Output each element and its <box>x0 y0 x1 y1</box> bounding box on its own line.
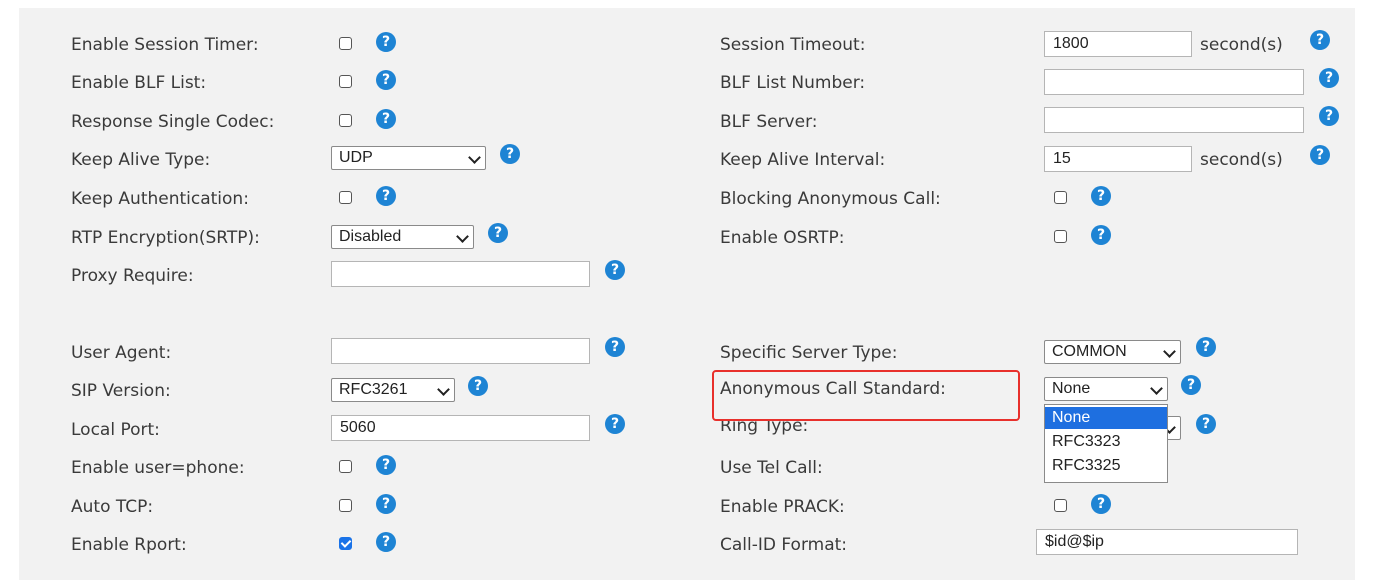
blf-list-number-label: BLF List Number: <box>720 73 866 93</box>
help-icon[interactable]: ? <box>1319 68 1339 88</box>
keep-authentication-checkbox[interactable] <box>339 191 352 204</box>
blocking-anonymous-call-label: Blocking Anonymous Call: <box>720 189 941 209</box>
help-icon[interactable]: ? <box>500 144 520 164</box>
sip-version-label: SIP Version: <box>71 381 171 401</box>
chevron-down-icon <box>1150 382 1163 395</box>
enable-prack-label: Enable PRACK: <box>720 497 845 517</box>
keep-alive-interval-unit: second(s) <box>1200 150 1283 170</box>
rtp-encryption-label: RTP Encryption(SRTP): <box>71 228 260 248</box>
help-icon[interactable]: ? <box>376 109 396 129</box>
sip-version-select[interactable]: RFC3261 <box>331 378 455 402</box>
dropdown-option-rfc3323[interactable]: RFC3323 <box>1045 431 1167 453</box>
enable-osrtp-label: Enable OSRTP: <box>720 228 845 248</box>
enable-rport-label: Enable Rport: <box>71 535 187 555</box>
anonymous-call-standard-select[interactable]: None <box>1044 377 1168 401</box>
chevron-down-icon <box>437 383 450 396</box>
user-agent-label: User Agent: <box>71 343 172 363</box>
help-icon[interactable]: ? <box>1091 494 1111 514</box>
keep-alive-type-select[interactable]: UDP <box>331 146 486 170</box>
help-icon[interactable]: ? <box>1091 186 1111 206</box>
rtp-encryption-value: Disabled <box>339 228 402 245</box>
keep-alive-type-label: Keep Alive Type: <box>71 150 211 170</box>
keep-alive-interval-input[interactable]: 15 <box>1044 146 1192 172</box>
keep-alive-type-value: UDP <box>339 149 373 166</box>
enable-blf-list-label: Enable BLF List: <box>71 73 207 93</box>
dropdown-option-rfc3325[interactable]: RFC3325 <box>1045 455 1167 477</box>
chevron-down-icon <box>468 151 481 164</box>
enable-prack-checkbox[interactable] <box>1054 499 1067 512</box>
help-icon[interactable]: ? <box>1310 145 1330 165</box>
session-timeout-unit: second(s) <box>1200 35 1283 55</box>
call-id-format-input[interactable]: $id@$ip <box>1036 529 1298 555</box>
proxy-require-input[interactable] <box>331 261 590 287</box>
chevron-down-icon <box>456 230 469 243</box>
user-agent-input[interactable] <box>331 338 590 364</box>
blf-list-number-input[interactable] <box>1044 69 1304 95</box>
sip-version-value: RFC3261 <box>339 381 408 398</box>
auto-tcp-checkbox[interactable] <box>339 499 352 512</box>
auto-tcp-label: Auto TCP: <box>71 497 154 517</box>
help-icon[interactable]: ? <box>376 494 396 514</box>
anonymous-call-standard-value: None <box>1052 380 1091 397</box>
blocking-anonymous-call-checkbox[interactable] <box>1054 191 1067 204</box>
enable-osrtp-checkbox[interactable] <box>1054 230 1067 243</box>
use-tel-call-label: Use Tel Call: <box>720 458 823 478</box>
help-icon[interactable]: ? <box>376 455 396 475</box>
help-icon[interactable]: ? <box>605 260 625 280</box>
session-timeout-label: Session Timeout: <box>720 35 866 55</box>
highlight-box <box>712 370 1020 421</box>
enable-user-phone-checkbox[interactable] <box>339 460 352 473</box>
help-icon[interactable]: ? <box>376 70 396 90</box>
keep-authentication-label: Keep Authentication: <box>71 189 249 209</box>
enable-session-timer-checkbox[interactable] <box>339 37 352 50</box>
blf-server-input[interactable] <box>1044 107 1304 133</box>
specific-server-type-label: Specific Server Type: <box>720 343 898 363</box>
keep-alive-interval-label: Keep Alive Interval: <box>720 150 886 170</box>
help-icon[interactable]: ? <box>605 414 625 434</box>
response-single-codec-label: Response Single Codec: <box>71 112 275 132</box>
help-icon[interactable]: ? <box>376 186 396 206</box>
call-id-format-label: Call-ID Format: <box>720 535 848 555</box>
help-icon[interactable]: ? <box>376 532 396 552</box>
proxy-require-label: Proxy Require: <box>71 266 194 286</box>
help-icon[interactable]: ? <box>1310 30 1330 50</box>
chevron-down-icon <box>1163 345 1176 358</box>
specific-server-type-select[interactable]: COMMON <box>1044 340 1181 364</box>
blf-server-label: BLF Server: <box>720 112 818 132</box>
specific-server-type-value: COMMON <box>1052 343 1127 360</box>
help-icon[interactable]: ? <box>1319 106 1339 126</box>
help-icon[interactable]: ? <box>1091 225 1111 245</box>
session-timeout-input[interactable]: 1800 <box>1044 31 1192 57</box>
rtp-encryption-select[interactable]: Disabled <box>331 225 474 249</box>
anonymous-call-standard-dropdown: None RFC3323 RFC3325 <box>1044 404 1168 483</box>
help-icon[interactable]: ? <box>468 376 488 396</box>
enable-blf-list-checkbox[interactable] <box>339 75 352 88</box>
help-icon[interactable]: ? <box>1196 337 1216 357</box>
help-icon[interactable]: ? <box>488 223 508 243</box>
help-icon[interactable]: ? <box>1181 375 1201 395</box>
help-icon[interactable]: ? <box>1196 414 1216 434</box>
help-icon[interactable]: ? <box>605 337 625 357</box>
response-single-codec-checkbox[interactable] <box>339 114 352 127</box>
dropdown-option-none[interactable]: None <box>1045 407 1167 429</box>
local-port-input[interactable]: 5060 <box>331 415 590 441</box>
enable-session-timer-label: Enable Session Timer: <box>71 35 259 55</box>
enable-rport-checkbox[interactable] <box>339 537 352 550</box>
help-icon[interactable]: ? <box>376 32 396 52</box>
enable-user-phone-label: Enable user=phone: <box>71 458 245 478</box>
local-port-label: Local Port: <box>71 420 160 440</box>
